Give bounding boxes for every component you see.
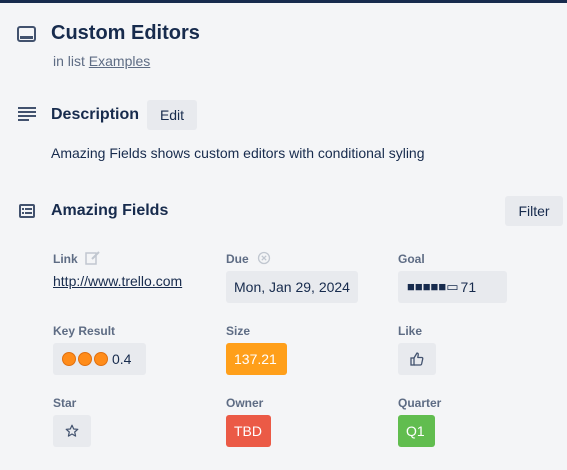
star-label: Star [53,396,77,410]
edit-description-button[interactable]: Edit [147,100,197,130]
goal-progress-bar: ■■■■■▭ [407,279,459,294]
star-icon [65,424,79,438]
key-result-dot [62,352,76,366]
edit-link-icon[interactable] [85,250,101,266]
list-link[interactable]: Examples [89,53,150,69]
custom-fields-icon [19,204,35,218]
goal-label: Goal [398,252,425,266]
size-label: Size [226,324,251,338]
quarter-badge[interactable]: Q1 [398,415,435,447]
key-result-button[interactable]: 0.4 [53,343,146,375]
size-badge[interactable]: 137.21 [226,343,287,375]
owner-label: Owner [226,396,264,410]
key-result-value: 0.4 [112,351,132,367]
goal-button[interactable]: ■■■■■▭ 71 [398,271,507,303]
in-list-prefix: in list [53,53,85,69]
link-label: Link [53,252,78,266]
goal-value: 71 [460,279,477,295]
like-label: Like [398,324,423,338]
in-list-text: in list Examples [53,53,150,69]
link-value[interactable]: http://www.trello.com [53,273,182,289]
star-button[interactable] [53,415,91,447]
like-button[interactable] [398,343,436,375]
due-date-button[interactable]: Mon, Jan 29, 2024 [226,271,358,303]
owner-badge[interactable]: TBD [226,415,271,447]
description-text: Amazing Fields shows custom editors with… [51,145,425,161]
thumbs-up-icon [410,352,424,366]
clear-due-icon[interactable] [257,251,271,265]
key-result-dot [94,352,108,366]
key-result-label: Key Result [53,324,116,338]
card-icon [17,26,36,43]
top-bar [0,0,567,3]
filter-button[interactable]: Filter [505,196,563,226]
description-heading: Description [51,106,140,123]
card-title: Custom Editors [51,22,200,44]
key-result-dot [78,352,92,366]
amazing-fields-heading: Amazing Fields [51,202,169,219]
due-label: Due [226,252,249,266]
quarter-label: Quarter [398,396,442,410]
description-icon [18,107,36,121]
